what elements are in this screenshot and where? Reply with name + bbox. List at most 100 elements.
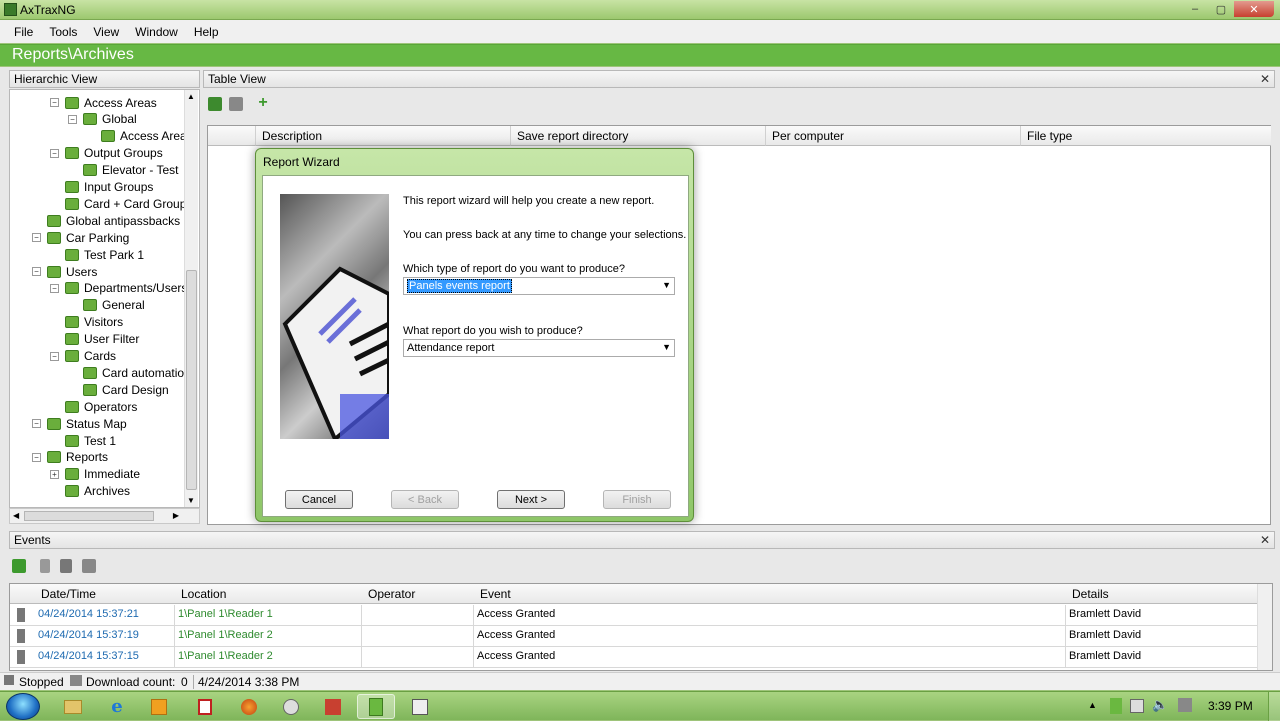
tree-item[interactable]: General: [68, 297, 145, 314]
close-icon[interactable]: ✕: [1260, 72, 1270, 86]
print-icon[interactable]: [82, 559, 96, 573]
start-button[interactable]: [6, 693, 40, 720]
tree-item[interactable]: − Car Parking: [32, 229, 129, 246]
expand-toggle-icon[interactable]: −: [68, 114, 77, 124]
firefox-taskbar-icon[interactable]: [230, 694, 268, 719]
expand-toggle-icon[interactable]: −: [50, 98, 59, 107]
minimize-button[interactable]: –: [1182, 1, 1208, 17]
expand-toggle-icon[interactable]: −: [32, 233, 41, 243]
tray-app-icon[interactable]: [1110, 698, 1122, 714]
column-datetime[interactable]: Date/Time: [35, 584, 175, 604]
add-icon[interactable]: +: [256, 95, 270, 111]
close-icon[interactable]: ✕: [1260, 533, 1270, 547]
explorer-taskbar-icon[interactable]: [54, 694, 92, 719]
expand-toggle-icon[interactable]: −: [50, 148, 59, 158]
tree-item[interactable]: Card Design: [68, 381, 169, 398]
table-row[interactable]: 04/24/2014 15:37:15 1\Panel 1\Reader 2 Acc…: [10, 647, 1258, 668]
scroll-thumb[interactable]: [186, 270, 197, 490]
tree-node-icon: [64, 315, 80, 329]
tree-item[interactable]: − Output Groups: [50, 145, 163, 162]
scroll-right-icon[interactable]: ▶: [173, 511, 179, 520]
tree-item[interactable]: Global antipassbacks: [32, 212, 180, 229]
tree-item[interactable]: − Access Areas: [50, 94, 157, 111]
hscroll-thumb[interactable]: [24, 511, 154, 521]
close-button[interactable]: ✕: [1234, 1, 1274, 17]
back-button[interactable]: < Back: [391, 490, 459, 509]
report-type-select[interactable]: Panels events report ▼: [403, 277, 675, 295]
tree-item[interactable]: − Departments/Users: [50, 280, 187, 297]
scroll-up-icon[interactable]: ▲: [187, 92, 195, 101]
events-filter-icon[interactable]: [12, 559, 26, 573]
app-taskbar-icon[interactable]: [272, 694, 310, 719]
expand-toggle-icon[interactable]: +: [50, 469, 59, 479]
table-row[interactable]: 04/24/2014 15:37:21 1\Panel 1\Reader 1 Acc…: [10, 605, 1258, 626]
expand-toggle-icon[interactable]: −: [32, 267, 41, 276]
tree-item[interactable]: Card + Card Groups: [50, 195, 192, 212]
tree-item[interactable]: Card automation: [68, 364, 191, 381]
show-desktop-button[interactable]: [1268, 692, 1280, 721]
clear-icon[interactable]: [60, 559, 72, 573]
flag-icon[interactable]: [1130, 699, 1144, 713]
expand-toggle-icon[interactable]: −: [32, 452, 41, 462]
scroll-down-icon[interactable]: ▼: [187, 496, 195, 505]
axtrax-taskbar-icon[interactable]: [357, 694, 395, 719]
tree-item[interactable]: Access Area: [86, 128, 187, 145]
pause-icon[interactable]: [40, 559, 50, 573]
column-location[interactable]: Location: [175, 584, 362, 604]
print-icon[interactable]: [229, 97, 243, 111]
ie-taskbar-icon[interactable]: e: [98, 694, 136, 719]
scroll-left-icon[interactable]: ◀: [13, 511, 19, 520]
events-vertical-scrollbar[interactable]: [1257, 584, 1272, 670]
tree-item[interactable]: − Cards: [50, 348, 116, 365]
column-operator[interactable]: Operator: [362, 584, 474, 604]
menu-view[interactable]: View: [85, 25, 127, 39]
expand-toggle-icon[interactable]: −: [32, 419, 41, 429]
menu-file[interactable]: File: [6, 25, 41, 39]
clock[interactable]: 3:39 PM: [1208, 699, 1253, 713]
tray-expand-icon[interactable]: ▲: [1088, 700, 1097, 710]
expand-toggle-icon[interactable]: −: [50, 283, 59, 293]
tree-item[interactable]: User Filter: [50, 331, 139, 348]
tree-item[interactable]: Operators: [50, 398, 137, 415]
tree-item[interactable]: + Immediate: [50, 466, 140, 483]
tree-vertical-scrollbar[interactable]: ▲ ▼: [184, 90, 198, 507]
next-button[interactable]: Next >: [497, 490, 565, 509]
menu-window[interactable]: Window: [127, 25, 186, 39]
tree-horizontal-scrollbar[interactable]: ◀ ▶: [9, 508, 200, 524]
expand-toggle-icon[interactable]: −: [50, 351, 59, 361]
tree-item[interactable]: Visitors: [50, 314, 123, 331]
menu-help[interactable]: Help: [186, 25, 227, 39]
column-details[interactable]: Details: [1066, 584, 1258, 604]
tree-item[interactable]: Test 1: [50, 432, 116, 449]
cancel-button[interactable]: Cancel: [285, 490, 353, 509]
volume-icon[interactable]: 🔈: [1152, 697, 1168, 713]
tree-item[interactable]: − Status Map: [32, 415, 127, 432]
report-name-select[interactable]: Attendance report ▼: [403, 339, 675, 357]
tree-item[interactable]: − Global: [68, 111, 137, 128]
menu-tools[interactable]: Tools: [41, 25, 85, 39]
column-per-computer[interactable]: Per computer: [766, 126, 1021, 146]
maximize-button[interactable]: ▢: [1208, 1, 1234, 17]
column-event[interactable]: Event: [474, 584, 1066, 604]
outlook-taskbar-icon[interactable]: [140, 694, 178, 719]
column-save-directory[interactable]: Save report directory: [511, 126, 766, 146]
table-row[interactable]: 04/24/2014 15:37:19 1\Panel 1\Reader 2 Acc…: [10, 626, 1258, 647]
acrobat-taskbar-icon[interactable]: [186, 694, 224, 719]
tree-item[interactable]: Input Groups: [50, 179, 153, 196]
app-taskbar-icon-2[interactable]: [314, 694, 352, 719]
tree-item[interactable]: Elevator - Test: [68, 162, 178, 179]
event-cell-details: Bramlett David: [1066, 647, 1258, 668]
hierarchic-tree[interactable]: − Access Areas − Global Access Area − Output G…: [9, 89, 200, 508]
app-taskbar-icon-3[interactable]: [401, 694, 439, 719]
network-icon[interactable]: [1178, 698, 1192, 712]
tree-item[interactable]: − Users: [32, 263, 97, 280]
export-icon[interactable]: [208, 97, 222, 111]
chevron-down-icon[interactable]: ▼: [662, 342, 671, 352]
tree-item[interactable]: − Reports: [32, 449, 108, 466]
tree-item[interactable]: Archives: [50, 483, 130, 500]
column-file-type[interactable]: File type: [1021, 126, 1271, 146]
column-description[interactable]: Description: [256, 126, 511, 146]
tree-item[interactable]: Test Park 1: [50, 246, 144, 263]
chevron-down-icon[interactable]: ▼: [662, 280, 671, 290]
finish-button[interactable]: Finish: [603, 490, 671, 509]
